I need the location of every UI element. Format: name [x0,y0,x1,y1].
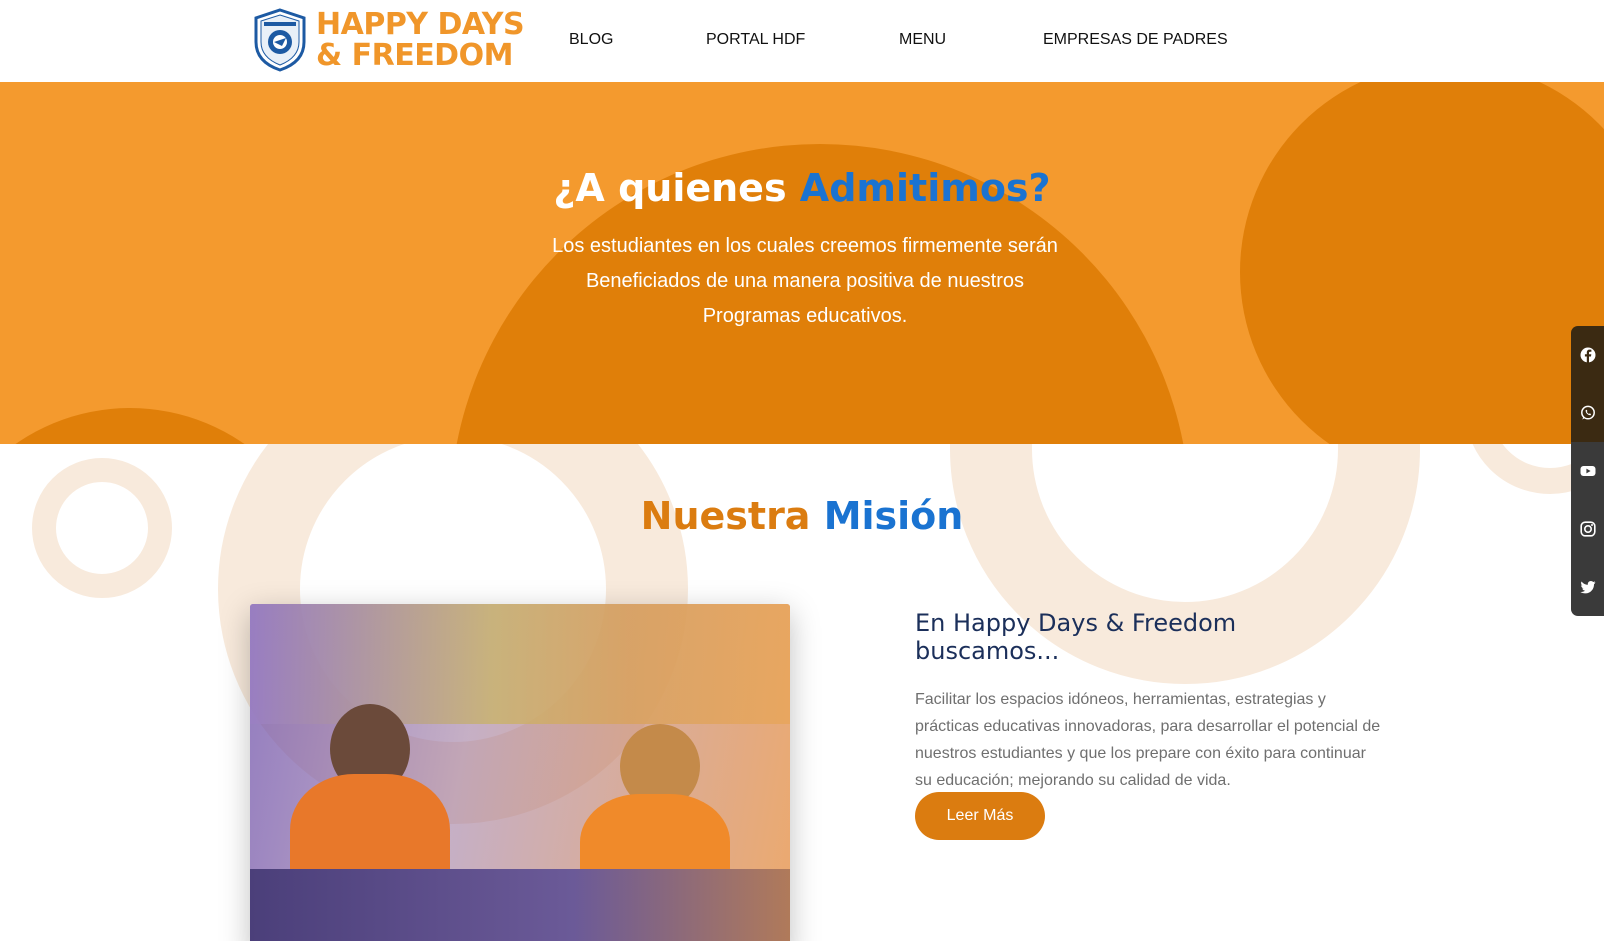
mission-title: Nuestra Misión [0,494,1604,538]
decorative-circle [0,408,330,444]
twitter-link[interactable] [1571,558,1604,616]
whatsapp-icon [1581,405,1595,420]
facebook-link[interactable] [1571,326,1604,384]
instagram-icon [1580,521,1596,537]
site-header: HAPPY DAYS & FREEDOM BLOG PORTAL HDF MEN… [0,0,1604,82]
logo-wordmark: HAPPY DAYS & FREEDOM [316,7,525,73]
school-crest-icon [254,8,306,72]
site-logo[interactable]: HAPPY DAYS & FREEDOM [252,7,525,73]
admissions-hero: ¿A quienes Admitimos? Los estudiantes en… [0,82,1604,444]
decorative-circle [1240,82,1604,444]
whatsapp-link[interactable] [1571,384,1604,442]
photo-background [250,604,790,724]
facebook-icon [1580,347,1596,363]
nav-item-empresas-de-padres[interactable]: EMPRESAS DE PADRES [1043,31,1228,49]
mission-body: Facilitar los espacios idóneos, herramie… [915,691,1381,789]
nav-item-blog[interactable]: BLOG [569,31,613,49]
admissions-title: ¿A quienes Admitimos? [0,166,1604,210]
admissions-description: Los estudiantes en los cuales creemos fi… [530,229,1080,334]
admissions-title-highlight: Admitimos? [799,166,1051,210]
nav-item-portal-hdf[interactable]: PORTAL HDF [706,31,805,49]
admissions-line-3: Programas educativos. [702,305,908,327]
logo-line-2: & FREEDOM [316,38,513,73]
nav-item-menu[interactable]: MENU [899,31,946,49]
youtube-link[interactable] [1571,442,1604,500]
twitter-icon [1580,581,1596,594]
admissions-line-1: Los estudiantes en los cuales creemos fi… [552,235,1058,257]
read-more-button[interactable]: Leer Más [915,792,1045,840]
youtube-icon [1580,466,1596,476]
admissions-title-part1: ¿A quienes [553,166,800,210]
mission-title-highlight: Misión [823,494,964,538]
mission-text: En Happy Days & Freedom buscamos... Faci… [915,609,1385,794]
instagram-link[interactable] [1571,500,1604,558]
mission-heading: En Happy Days & Freedom buscamos... [915,609,1237,665]
mission-section: Nuestra Misión En Happy Days & Freedom b… [0,444,1604,941]
social-sidebar [1571,326,1604,616]
photo-desk [250,869,790,941]
classroom-photo [250,604,790,941]
mission-title-part1: Nuestra [640,494,824,538]
logo-line-1: HAPPY DAYS [316,7,525,42]
admissions-line-2: Beneficiados de una manera positiva de n… [585,270,1025,292]
